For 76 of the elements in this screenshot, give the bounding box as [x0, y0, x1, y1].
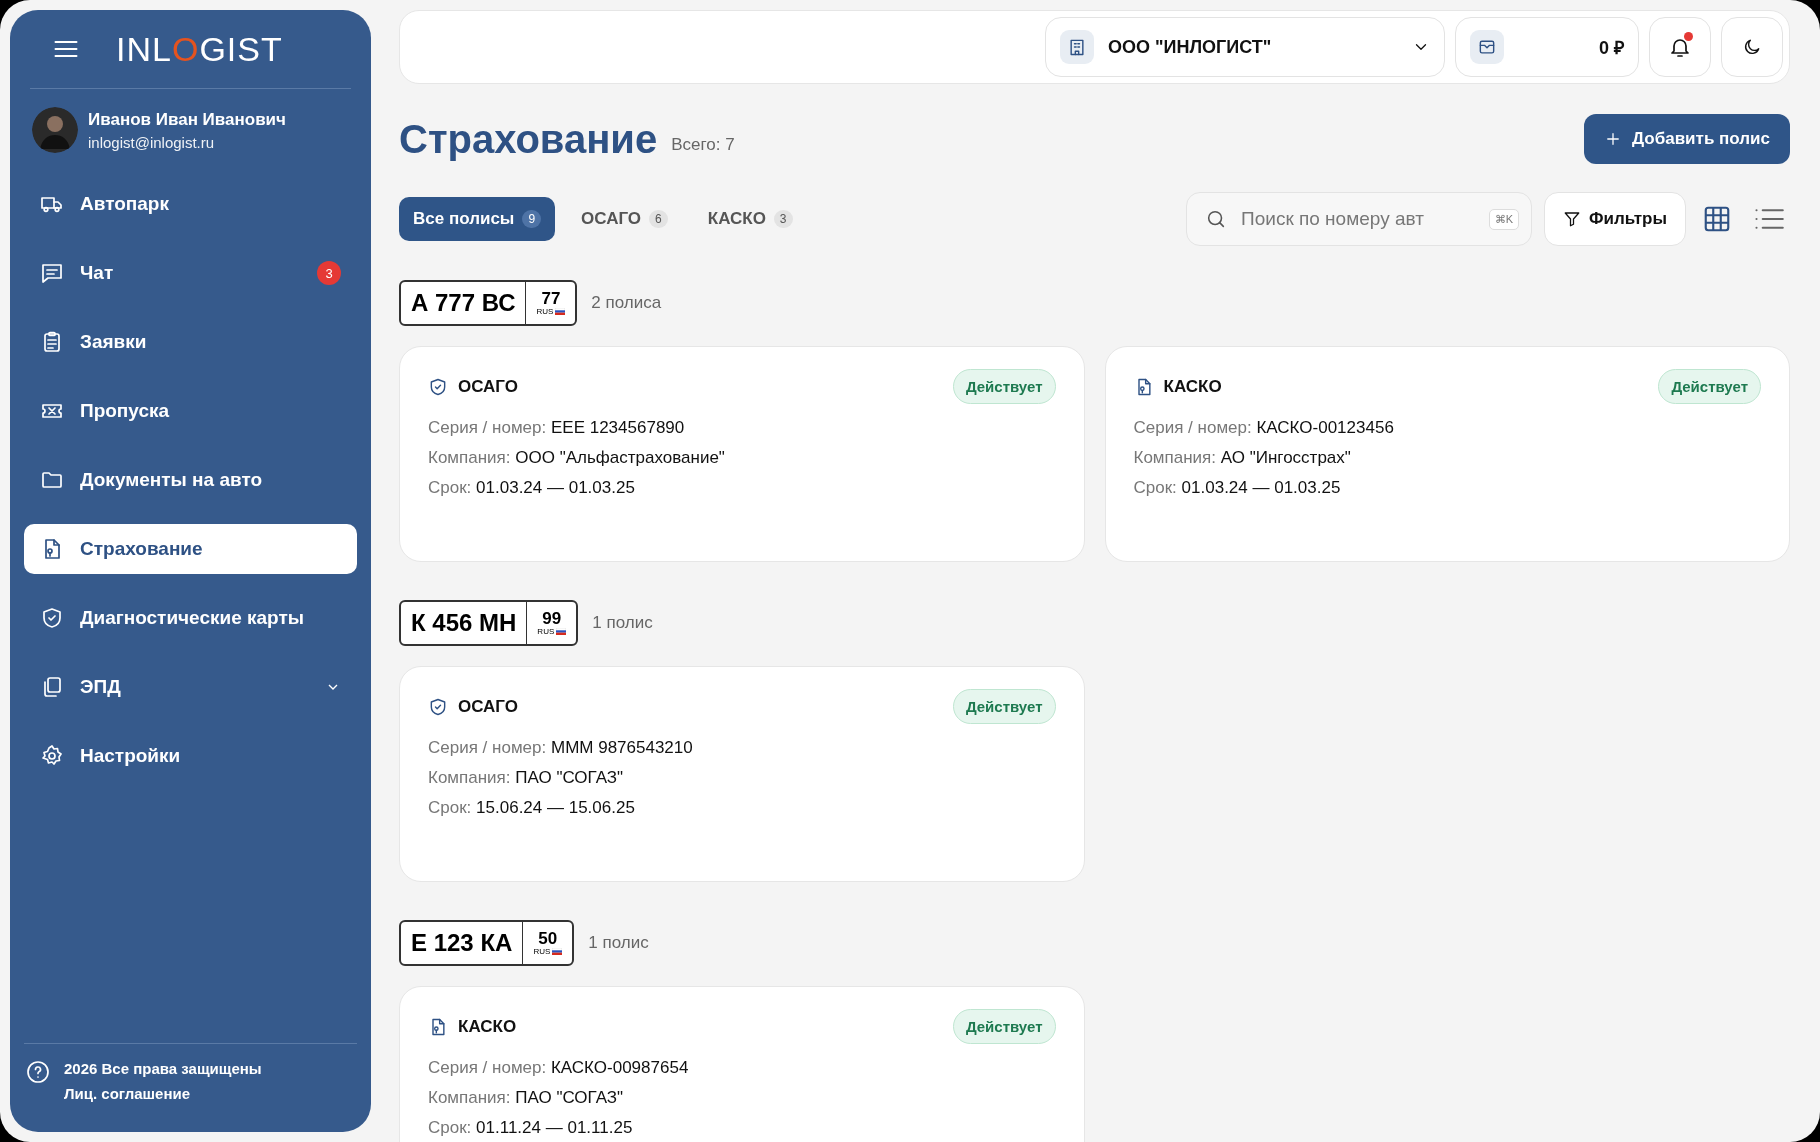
plate-country: RUS — [533, 947, 551, 956]
sidebar-item[interactable]: Настройки — [24, 731, 357, 781]
policy-detail: Серия / номер: КАСКО-00123456 — [1133, 418, 1395, 438]
policy-type: КАСКО — [458, 1016, 517, 1037]
policy-detail: Серия / номер: МММ 9876543210 — [428, 738, 694, 758]
status-badge: Действует — [952, 369, 1056, 404]
policy-count: 1 полис — [588, 933, 649, 953]
notifications-button[interactable] — [1649, 17, 1711, 77]
filter-tab[interactable]: Все полисы 9 — [399, 197, 556, 241]
status-badge: Действует — [952, 689, 1056, 724]
plate-region: 50 — [538, 930, 558, 947]
page-title: Страхование — [399, 116, 658, 162]
sidebar-item[interactable]: Пропуска — [24, 386, 357, 436]
count-badge: 3 — [317, 261, 341, 285]
shield-icon — [428, 376, 448, 397]
balance-button[interactable]: 0 ₽ — [1455, 17, 1639, 77]
chat-icon — [40, 261, 64, 285]
policy-type: ОСАГО — [458, 376, 518, 397]
policy-detail: Серия / номер: КАСКО-00987654 — [428, 1058, 690, 1078]
grid-icon — [1702, 204, 1732, 234]
plate-region: 77 — [541, 290, 561, 307]
user-name: Иванов Иван Иванович — [88, 109, 286, 130]
policy-detail: Срок: 15.06.24 — 15.06.25 — [428, 798, 636, 818]
policy-detail: Серия / номер: ЕЕЕ 1234567890 — [428, 418, 686, 438]
copyright-text: 2026 Все права защищены — [64, 1060, 262, 1077]
sidebar-item[interactable]: ЭПД — [24, 662, 357, 712]
search-box[interactable]: Поиск по номеру авт ⌘K — [1186, 192, 1533, 246]
shield-icon — [40, 606, 64, 630]
policy-detail: Компания: АО "Ингосстрах" — [1133, 448, 1352, 468]
policy-count: 2 полиса — [591, 293, 662, 313]
filter-icon — [1563, 210, 1582, 228]
plate-country: RUS — [536, 307, 554, 316]
policy-detail: Компания: ООО "Альфастрахование" — [428, 448, 726, 468]
filter-tab[interactable]: ОСАГО 6 — [567, 197, 682, 241]
policy-type: КАСКО — [1163, 376, 1222, 397]
sidebar-item[interactable]: Диагностические карты — [24, 593, 357, 643]
add-policy-button[interactable]: Добавить полис — [1584, 114, 1790, 164]
policy-detail: Срок: 01.03.24 — 01.03.25 — [428, 478, 636, 498]
flag-icon — [552, 948, 563, 955]
wallet-icon — [1477, 37, 1497, 57]
flag-icon — [556, 628, 567, 635]
sidebar-item[interactable]: Чат 3 — [24, 248, 357, 298]
policy-detail: Компания: ПАО "СОГАЗ" — [428, 768, 625, 788]
shield-icon — [428, 696, 448, 717]
policy-count: 1 полис — [592, 613, 653, 633]
filter-tab[interactable]: КАСКО 3 — [693, 197, 807, 241]
plate-number: А 777 ВС — [401, 282, 527, 324]
license-link[interactable]: Лиц. соглашение — [64, 1085, 262, 1102]
sidebar-item[interactable]: Документы на авто — [24, 455, 357, 505]
plate-country: RUS — [537, 627, 555, 636]
flag-icon — [555, 308, 566, 315]
status-badge: Действует — [952, 1009, 1056, 1044]
help-icon — [26, 1060, 50, 1084]
user-email: inlogist@inlogist.ru — [88, 133, 216, 151]
search-field[interactable]: Поиск по номеру авт — [1239, 207, 1477, 231]
plate-number: Е 123 КА — [401, 922, 524, 964]
moon-icon — [1742, 37, 1762, 57]
company-select[interactable]: ООО "ИНЛОГИСТ" — [1045, 17, 1445, 77]
filters-button[interactable]: Фильтры — [1544, 192, 1686, 246]
sidebar-item[interactable]: Заявки — [24, 317, 357, 367]
gear-icon — [40, 744, 64, 768]
policy-detail: Компания: ПАО "СОГАЗ" — [428, 1088, 625, 1108]
policy-detail: Срок: 01.11.24 — 01.11.25 — [428, 1118, 634, 1138]
total-count: Всего: 7 — [671, 135, 735, 155]
plate-region: 99 — [542, 610, 562, 627]
sidebar-item[interactable]: Страхование — [24, 524, 357, 574]
shortcut-hint: ⌘K — [1488, 208, 1520, 230]
avatar — [32, 107, 78, 153]
building-icon — [1067, 37, 1087, 57]
policy-type: ОСАГО — [458, 696, 518, 717]
status-badge: Действует — [1658, 369, 1761, 404]
plus-icon — [1604, 130, 1622, 148]
plate-number: К 456 МН — [401, 602, 528, 644]
sidebar-item[interactable]: Автопарк — [24, 179, 357, 229]
policy-detail: Срок: 01.03.24 — 01.03.25 — [1133, 478, 1342, 498]
logo: INLOGIST — [116, 29, 283, 69]
